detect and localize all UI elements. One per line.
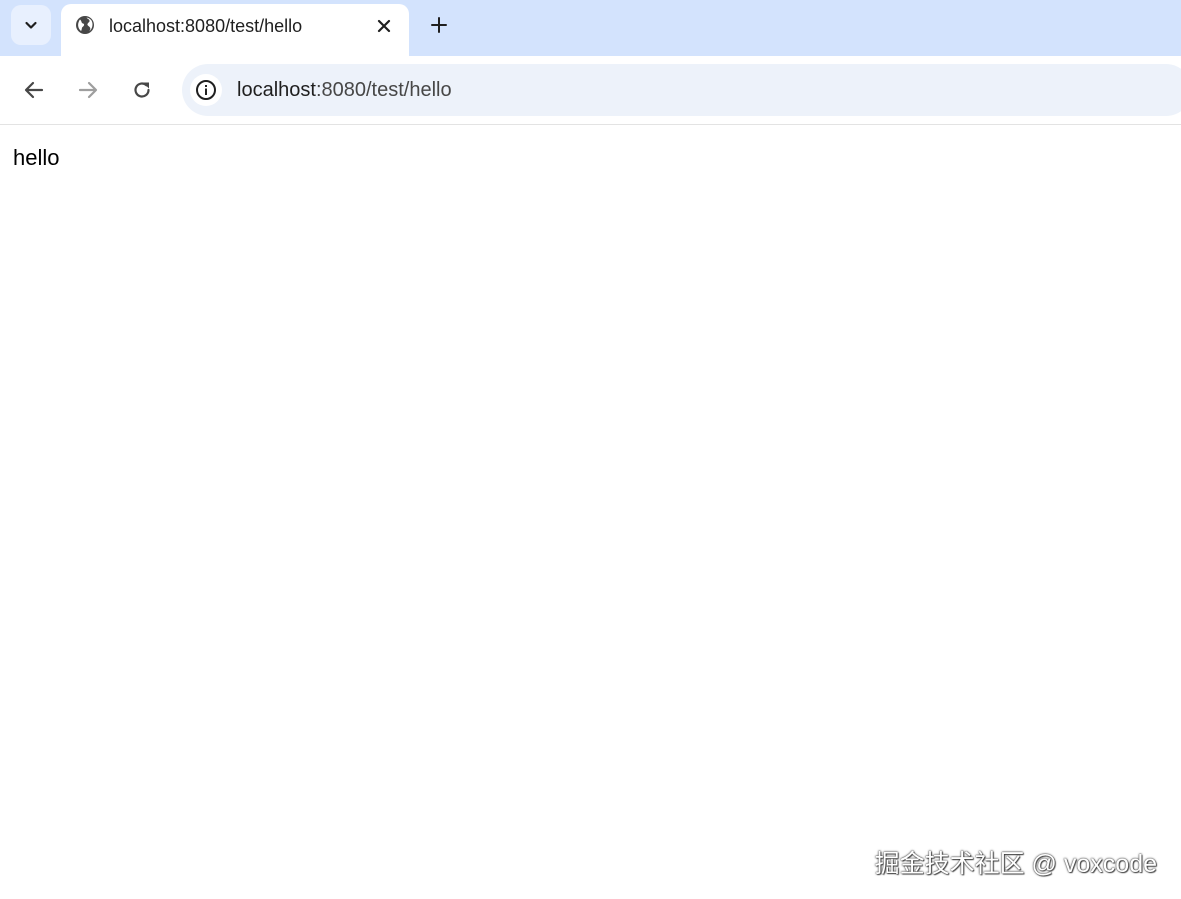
url-path: :8080/test/hello — [315, 79, 452, 101]
address-bar[interactable]: localhost:8080/test/hello — [182, 64, 1181, 116]
arrow-left-icon — [23, 79, 45, 101]
plus-icon — [430, 16, 448, 34]
tab-strip: localhost:8080/test/hello — [0, 0, 1181, 56]
arrow-right-icon — [77, 79, 99, 101]
forward-button[interactable] — [74, 76, 102, 104]
close-icon[interactable] — [372, 14, 396, 38]
back-button[interactable] — [20, 76, 48, 104]
url-text[interactable]: localhost:8080/test/hello — [237, 78, 452, 102]
info-icon — [195, 79, 217, 101]
watermark: 掘金技术社区 @ voxcode — [874, 850, 1157, 878]
toolbar: localhost:8080/test/hello — [0, 56, 1181, 125]
site-info-button[interactable] — [190, 74, 222, 106]
browser-window: localhost:8080/test/hello localhost:8080… — [0, 0, 1181, 899]
chevron-down-icon — [23, 17, 39, 33]
page-content: hello 掘金技术社区 @ voxcode — [0, 125, 1181, 899]
reload-icon — [131, 79, 153, 101]
page-body-text: hello — [13, 145, 60, 170]
new-tab-button[interactable] — [425, 11, 453, 39]
url-host: localhost — [237, 79, 316, 101]
tab-active[interactable]: localhost:8080/test/hello — [61, 4, 409, 56]
tab-search-button[interactable] — [11, 5, 51, 45]
globe-icon — [75, 15, 95, 35]
reload-button[interactable] — [128, 76, 156, 104]
tab-title: localhost:8080/test/hello — [109, 16, 303, 36]
